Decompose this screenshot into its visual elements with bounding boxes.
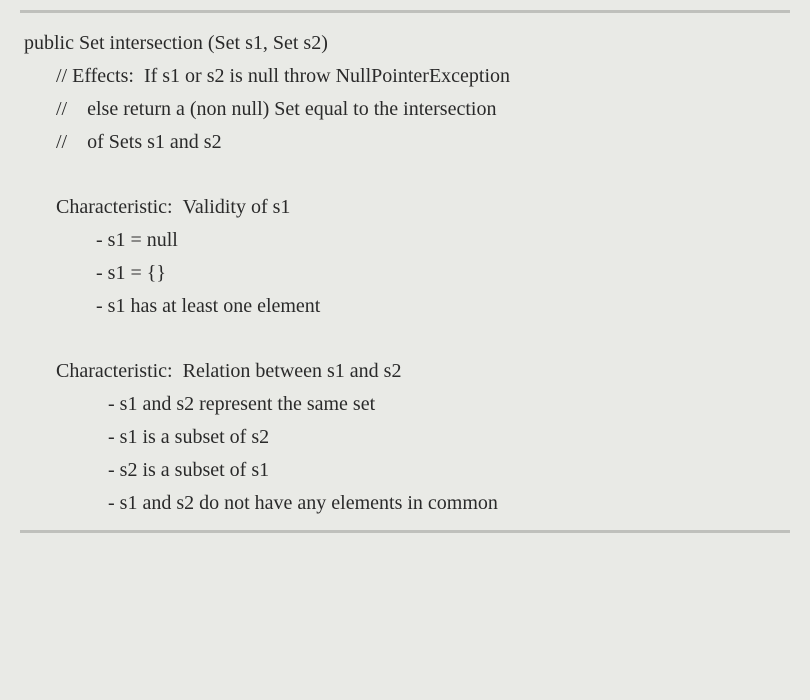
comment-text: of Sets s1 and s2 <box>87 131 221 153</box>
characteristic-label: Characteristic: <box>56 360 173 382</box>
characteristic-1: Characteristic: Validity of s1 - s1 = nu… <box>24 191 790 323</box>
comment-line-2: // else return a (non null) Set equal to… <box>24 93 790 126</box>
comment-line-3: // of Sets s1 and s2 <box>24 126 790 159</box>
characteristic-name: Validity of s1 <box>183 196 291 218</box>
document-body: public Set intersection (Set s1, Set s2)… <box>20 27 790 520</box>
characteristic-name: Relation between s1 and s2 <box>183 360 402 382</box>
method-signature: public Set intersection (Set s1, Set s2) <box>24 27 790 60</box>
list-item: - s1 = null <box>56 224 790 257</box>
list-item: - s2 is a subset of s1 <box>56 454 790 487</box>
comment-prefix: // <box>56 131 67 153</box>
list-item: - s1 has at least one element <box>56 290 790 323</box>
comment-line-1: // Effects: If s1 or s2 is null throw Nu… <box>24 60 790 93</box>
comment-prefix: // Effects: <box>56 65 134 87</box>
characteristic-label: Characteristic: <box>56 196 173 218</box>
list-item: - s1 and s2 do not have any elements in … <box>56 487 790 520</box>
list-item: - s1 is a subset of s2 <box>56 421 790 454</box>
characteristic-2: Characteristic: Relation between s1 and … <box>24 355 790 520</box>
comment-text: If s1 or s2 is null throw NullPointerExc… <box>144 65 510 87</box>
characteristic-2-title: Characteristic: Relation between s1 and … <box>56 355 790 388</box>
characteristic-1-title: Characteristic: Validity of s1 <box>56 191 790 224</box>
bottom-divider <box>20 530 790 533</box>
list-item: - s1 and s2 represent the same set <box>56 388 790 421</box>
list-item: - s1 = {} <box>56 257 790 290</box>
comment-text: else return a (non null) Set equal to th… <box>87 98 496 120</box>
top-divider <box>20 10 790 13</box>
comment-prefix: // <box>56 98 67 120</box>
